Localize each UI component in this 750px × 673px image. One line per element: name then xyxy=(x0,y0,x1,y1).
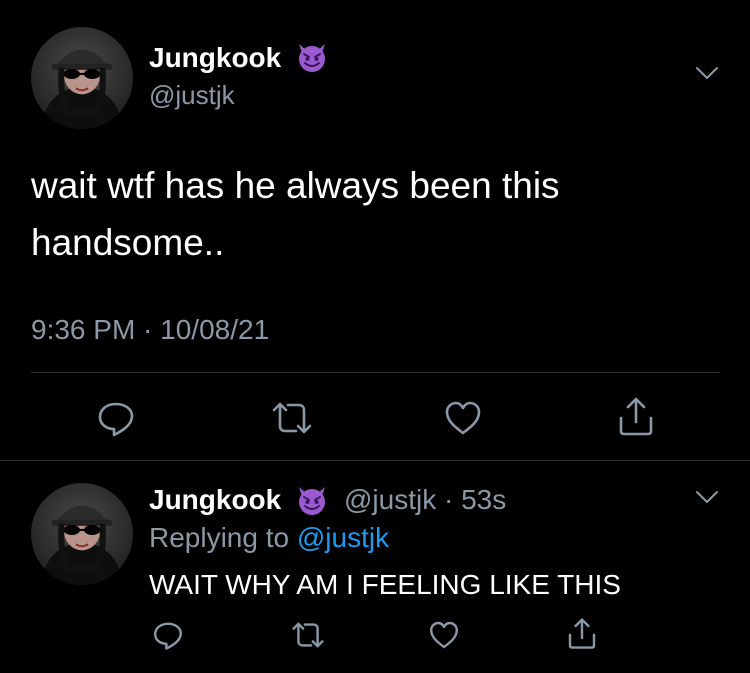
replying-to-handle-link[interactable]: @justjk xyxy=(297,522,389,553)
divider xyxy=(31,372,720,373)
chevron-down-icon[interactable] xyxy=(694,64,720,82)
retweet-icon[interactable] xyxy=(290,619,326,651)
timestamp[interactable]: 9:36 PM · 10/08/21 xyxy=(31,313,269,347)
avatar-photo xyxy=(41,49,123,129)
smiling-imp-emoji xyxy=(295,483,329,517)
handle-and-time[interactable]: @justjk · 53s xyxy=(344,484,506,516)
retweet-icon[interactable] xyxy=(270,398,314,438)
chevron-down-icon[interactable] xyxy=(694,488,720,506)
display-name[interactable]: Jungkook xyxy=(149,42,281,74)
tweet-text-line-2: handsome.. xyxy=(31,222,225,263)
share-icon[interactable] xyxy=(616,396,656,438)
section-divider xyxy=(0,460,750,461)
avatar-photo xyxy=(41,505,123,585)
avatar[interactable] xyxy=(31,483,133,585)
handle[interactable]: @justjk xyxy=(149,80,235,110)
smiling-imp-emoji xyxy=(295,40,329,74)
like-icon[interactable] xyxy=(428,619,460,651)
display-name[interactable]: Jungkook xyxy=(149,484,281,516)
tweet-text: WAIT WHY AM I FEELING LIKE THIS xyxy=(149,569,621,600)
reply-icon[interactable] xyxy=(152,619,184,651)
reply-icon[interactable] xyxy=(96,398,136,438)
tweet-text-line-1: wait wtf has he always been this xyxy=(31,165,560,206)
replying-to-label: Replying to xyxy=(149,522,290,553)
replying-to-line: Replying to @justjk xyxy=(149,522,389,554)
avatar[interactable] xyxy=(31,27,133,129)
share-icon[interactable] xyxy=(566,617,598,651)
like-icon[interactable] xyxy=(443,398,483,438)
